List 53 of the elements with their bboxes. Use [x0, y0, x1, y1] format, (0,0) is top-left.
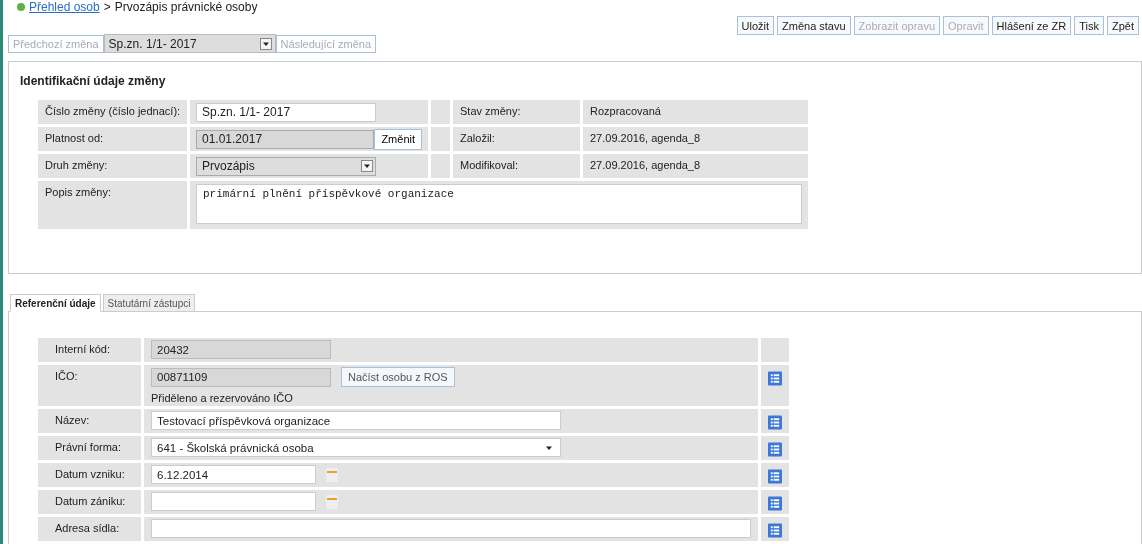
- text-field[interactable]: Sp.zn. 1/1- 2017: [196, 102, 376, 122]
- field-label: Právní forma:: [55, 441, 122, 453]
- change-date-button[interactable]: Změnit: [374, 128, 422, 150]
- field-label: Interní kód:: [55, 343, 111, 355]
- breadcrumb-link[interactable]: Přehled osob: [29, 0, 100, 14]
- list-icon[interactable]: [768, 496, 782, 511]
- change-type-select[interactable]: Prvozápis: [196, 156, 376, 176]
- table-cell: [431, 127, 450, 151]
- status-dot-icon: [17, 3, 25, 11]
- text-field[interactable]: Testovací příspěvková organizace: [151, 411, 561, 430]
- field-label: Platnost od:: [45, 132, 104, 144]
- list-icon[interactable]: [768, 371, 782, 386]
- field-label: Založil:: [460, 132, 495, 144]
- list-icon[interactable]: [768, 442, 782, 457]
- text-field[interactable]: [151, 519, 751, 538]
- field-label: Číslo změny (číslo jednací):: [45, 105, 181, 117]
- field-value: Rozpracovaná: [590, 105, 661, 117]
- table-cell: [431, 154, 450, 178]
- field-label: Modifikoval:: [460, 159, 519, 171]
- toolbar-button[interactable]: Změna stavu: [777, 16, 851, 35]
- load-person-button[interactable]: Načíst osobu z ROS: [341, 367, 455, 387]
- date-field[interactable]: 6.12.2014: [151, 465, 316, 484]
- list-icon[interactable]: [768, 415, 782, 430]
- tab[interactable]: Referenční údaje: [10, 294, 101, 312]
- select-field[interactable]: 641 - Školská právnická osoba: [151, 438, 561, 457]
- toolbar-button[interactable]: Tisk: [1074, 16, 1104, 35]
- readonly-field: 00871109: [151, 367, 331, 387]
- field-label: IČO:: [55, 370, 78, 382]
- field-note: Přiděleno a rezervováno IČO: [151, 392, 294, 404]
- toolbar-button[interactable]: Hlášení ze ZR: [991, 16, 1072, 35]
- field-label: Datum zániku:: [55, 495, 126, 507]
- field-label: Datum vzniku:: [55, 468, 125, 480]
- toolbar-button[interactable]: Uložit: [736, 16, 774, 35]
- section-title: Identifikační údaje změny: [20, 74, 167, 88]
- list-icon[interactable]: [768, 469, 782, 484]
- field-value: 27.09.2016, agenda_8: [590, 132, 701, 144]
- change-select[interactable]: Sp.zn. 1/1- 2017: [103, 34, 276, 53]
- field-value: 27.09.2016, agenda_8: [590, 159, 701, 171]
- readonly-field: 20432: [151, 340, 331, 359]
- table-cell: [431, 100, 450, 124]
- field-label: Adresa sídla:: [55, 522, 120, 534]
- tab[interactable]: Statutární zástupci: [102, 294, 196, 312]
- field-label: Druh změny:: [45, 159, 108, 171]
- field-label: Stav změny:: [460, 105, 521, 117]
- page-title: Prvozápis právnické osoby: [114, 0, 258, 14]
- date-field[interactable]: [151, 492, 316, 511]
- breadcrumb-separator: >: [103, 0, 111, 14]
- description-field[interactable]: primární plnění příspěvkové organizace: [196, 184, 802, 224]
- toolbar-button[interactable]: Zpět: [1107, 16, 1139, 35]
- field-label: Popis změny:: [45, 186, 112, 198]
- list-icon[interactable]: [768, 523, 782, 538]
- field-label: Název:: [55, 414, 90, 426]
- date-field: 01.01.2017: [196, 129, 375, 149]
